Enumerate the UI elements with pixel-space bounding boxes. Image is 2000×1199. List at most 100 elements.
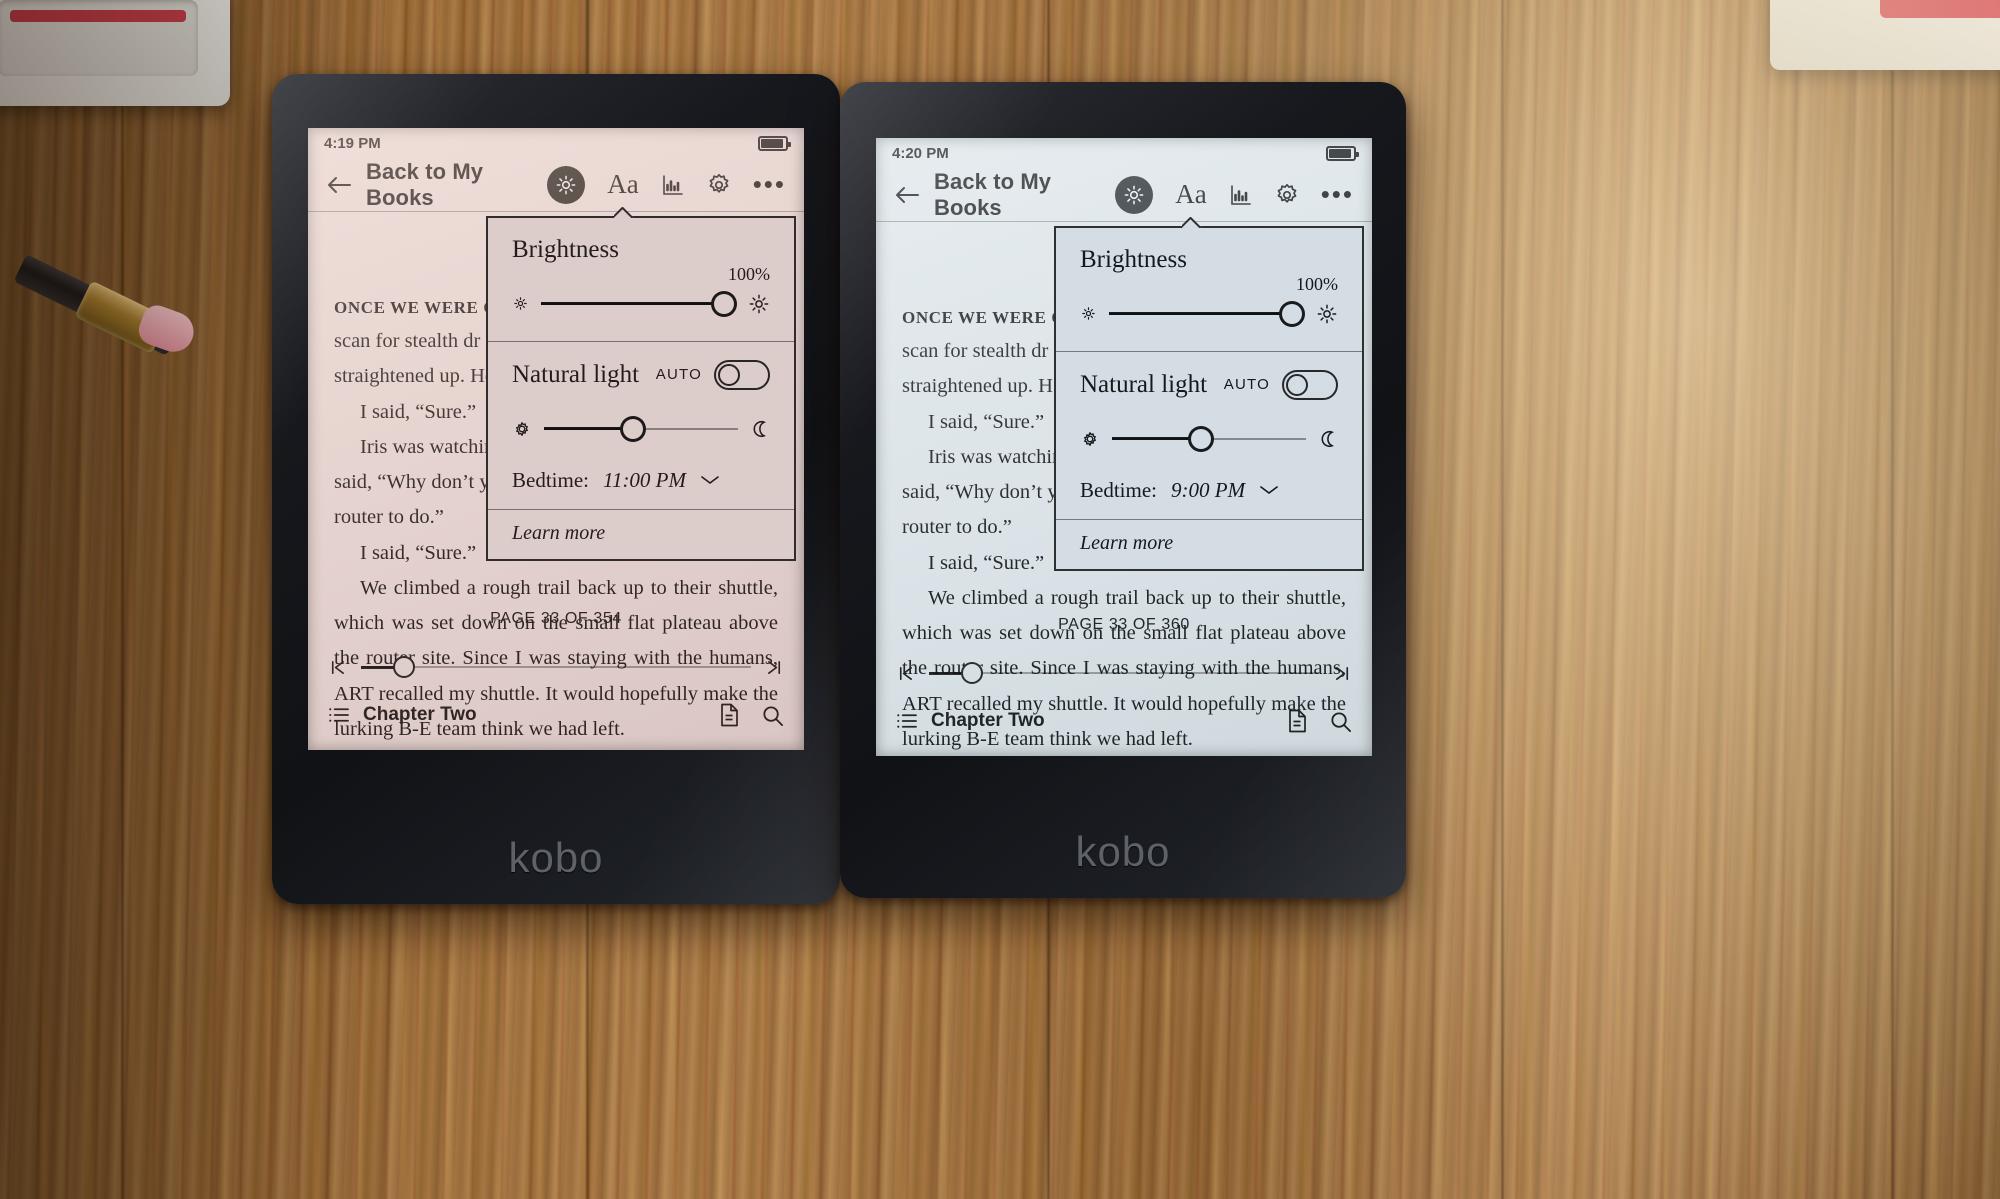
plastic-tray-right (1770, 0, 2000, 70)
brightness-panel: Brightness 100% Natural light AUTO Bedti… (1054, 226, 1364, 571)
page-indicator: PAGE 33 OF 354 (490, 610, 622, 627)
gear-icon[interactable] (1275, 183, 1299, 207)
brightness-track[interactable] (1109, 300, 1306, 327)
toolbar-title[interactable]: Back to My Books (366, 159, 547, 211)
reading-progress-knob[interactable] (392, 656, 415, 678)
reading-progress-knob[interactable] (960, 662, 983, 684)
chapter-name[interactable]: Chapter Two (363, 704, 477, 726)
natural-light-track[interactable] (1112, 425, 1306, 452)
natural-light-track[interactable] (544, 415, 738, 442)
reading-progress-row[interactable] (896, 656, 1352, 690)
back-arrow-icon[interactable] (894, 184, 920, 206)
plank-seam (120, 0, 125, 1199)
battery-icon (758, 135, 791, 151)
plastic-tray-left (0, 0, 230, 106)
kobo-device-right: kobo 4:20 PM Back to My Books Aa ••• ONC… (840, 82, 1406, 898)
bedtime-row[interactable]: Bedtime: 9:00 PM (1056, 476, 1362, 519)
reader-toolbar: Back to My Books Aa ••• (876, 168, 1372, 222)
gear-icon[interactable] (707, 173, 731, 197)
sun-icon (512, 419, 532, 439)
brightness-header: Brightness (1080, 246, 1338, 274)
status-time: 4:19 PM (324, 134, 381, 152)
sun-icon (1080, 429, 1100, 449)
brightness-icon[interactable] (1115, 175, 1154, 214)
auto-toggle-switch[interactable] (714, 359, 770, 390)
toggle-knob (1286, 373, 1308, 396)
page-indicator: PAGE 33 OF 360 (1058, 616, 1190, 633)
reading-stats-icon[interactable] (661, 173, 685, 197)
brightness-fill (1109, 312, 1293, 315)
learn-more-link[interactable]: Learn more (1056, 518, 1362, 569)
tray-red-stripe (1880, 0, 2000, 18)
back-arrow-icon[interactable] (326, 174, 352, 196)
brightness-icon[interactable] (547, 165, 586, 204)
brightness-knob[interactable] (711, 290, 738, 317)
chapter-name[interactable]: Chapter Two (931, 710, 1045, 732)
bedtime-label: Bedtime: (512, 467, 589, 492)
chapter-row: Chapter Two (328, 698, 784, 732)
brightness-slider[interactable] (512, 287, 770, 321)
brightness-panel: Brightness 100% Natural light AUTO Bedti… (486, 216, 796, 561)
skip-to-end-icon[interactable] (1333, 664, 1352, 683)
skip-to-end-icon[interactable] (765, 658, 784, 677)
brightness-value: 100% (728, 263, 770, 284)
skip-to-start-icon[interactable] (896, 664, 915, 683)
brightness-track[interactable] (541, 290, 738, 317)
kobo-logo: kobo (1075, 828, 1171, 875)
auto-toggle-group[interactable]: AUTO (1223, 369, 1338, 400)
toolbar-icon-group: Aa ••• (547, 165, 786, 204)
notes-icon[interactable] (1287, 709, 1307, 733)
bedtime-value[interactable]: 9:00 PM (1171, 478, 1245, 503)
natural-light-knob[interactable] (620, 415, 647, 442)
bedtime-value[interactable]: 11:00 PM (603, 468, 686, 493)
eink-screen-left[interactable]: 4:19 PM Back to My Books Aa ••• ONCE WE … (308, 128, 804, 750)
notes-icon[interactable] (719, 703, 739, 727)
overflow-menu-icon[interactable]: ••• (1321, 181, 1354, 206)
panel-caret (1182, 217, 1202, 228)
toggle-knob (718, 363, 740, 386)
learn-more-link[interactable]: Learn more (488, 508, 794, 559)
small-sun-icon (512, 295, 529, 312)
natural-light-header: Natural light AUTO (1080, 369, 1338, 400)
natural-light-header: Natural light AUTO (512, 359, 770, 390)
reader-footer: PAGE 33 OF 360 Chapter Two (876, 608, 1372, 756)
footer-icon-group (719, 703, 784, 727)
auto-label: AUTO (1223, 376, 1270, 393)
large-sun-icon (748, 293, 770, 315)
brightness-knob[interactable] (1279, 300, 1306, 327)
bedtime-row[interactable]: Bedtime: 11:00 PM (488, 466, 794, 509)
auto-label: AUTO (655, 366, 702, 383)
reading-stats-icon[interactable] (1229, 183, 1253, 207)
photo-scene: kobo 4:19 PM Back to My Books Aa ••• ONC… (0, 0, 2000, 1199)
text-settings-icon[interactable]: Aa (607, 171, 638, 198)
footer-icon-group (1287, 709, 1352, 733)
status-bar: 4:19 PM (308, 128, 804, 158)
chevron-down-icon[interactable] (700, 474, 720, 486)
eink-screen-right[interactable]: 4:20 PM Back to My Books Aa ••• ONCE WE … (876, 138, 1372, 756)
natural-light-knob[interactable] (1188, 425, 1215, 452)
natural-light-slider[interactable] (512, 412, 770, 446)
brightness-slider[interactable] (1080, 297, 1338, 331)
overflow-menu-icon[interactable]: ••• (753, 171, 786, 196)
natural-light-section: Natural light AUTO (1056, 350, 1362, 476)
natural-light-slider[interactable] (1080, 422, 1338, 456)
bedtime-label: Bedtime: (1080, 477, 1157, 502)
reading-progress-row[interactable] (328, 650, 784, 684)
reading-progress-track[interactable] (361, 656, 751, 678)
search-icon[interactable] (1329, 710, 1352, 733)
chapter-row: Chapter Two (896, 704, 1352, 738)
chevron-down-icon[interactable] (1259, 484, 1279, 496)
auto-toggle-switch[interactable] (1282, 369, 1338, 400)
auto-toggle-group[interactable]: AUTO (655, 359, 770, 390)
table-of-contents-icon[interactable] (896, 712, 917, 730)
moon-icon (1318, 429, 1338, 449)
reader-footer: PAGE 33 OF 354 Chapter Two (308, 602, 804, 750)
search-icon[interactable] (761, 704, 784, 727)
text-settings-icon[interactable]: Aa (1175, 181, 1206, 208)
reading-progress-track[interactable] (929, 662, 1319, 684)
tray-red-stripe (10, 10, 186, 22)
toolbar-title[interactable]: Back to My Books (934, 169, 1115, 221)
skip-to-start-icon[interactable] (328, 658, 347, 677)
status-bar: 4:20 PM (876, 138, 1372, 168)
table-of-contents-icon[interactable] (328, 706, 349, 724)
